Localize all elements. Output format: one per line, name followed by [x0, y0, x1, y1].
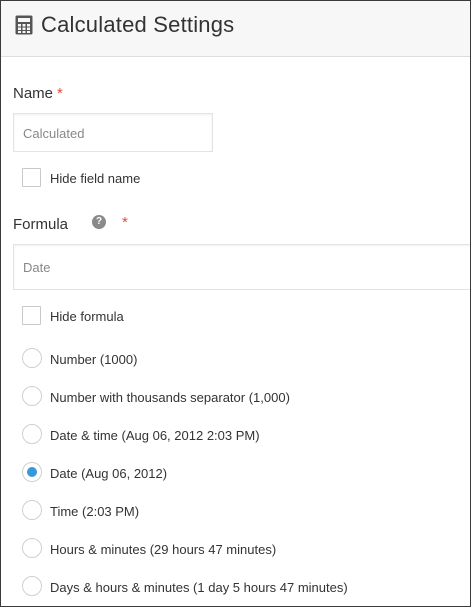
radio-number-thousands-label: Number with thousands separator (1,000): [50, 390, 290, 405]
name-required-mark: *: [57, 85, 63, 102]
radio-date-label: Date (Aug 06, 2012): [50, 466, 168, 481]
radio-date-time-label: Date & time (Aug 06, 2012 2:03 PM): [50, 428, 260, 443]
formula-required-mark: *: [122, 214, 128, 231]
radio-number-label: Number (1000): [50, 352, 138, 367]
radio-number[interactable]: [22, 348, 42, 368]
radio-time[interactable]: [22, 500, 42, 520]
dialog-title: Calculated Settings: [41, 12, 235, 37]
name-label-row: Name *: [13, 85, 63, 102]
radio-date-time[interactable]: [22, 424, 42, 444]
hide-field-name-label: Hide field name: [50, 171, 141, 186]
hide-formula-checkbox[interactable]: [22, 306, 41, 325]
hide-field-name-checkbox[interactable]: [22, 168, 41, 187]
radio-number-thousands[interactable]: [22, 386, 42, 406]
name-input[interactable]: Calculated: [13, 113, 213, 152]
dialog-header: Calculated Settings: [1, 1, 470, 57]
radio-date[interactable]: [22, 462, 42, 482]
radio-hours-minutes-label: Hours & minutes (29 hours 47 minutes): [50, 542, 277, 557]
formula-label: Formula: [13, 216, 69, 233]
calculated-settings-dialog: Calculated Settings Name * Calculated Hid…: [0, 0, 471, 607]
help-icon[interactable]: ?: [92, 215, 106, 229]
radio-hours-minutes[interactable]: [22, 538, 42, 558]
calculator-icon: [15, 15, 33, 35]
radio-days-hours-minutes-label: Days & hours & minutes (1 day 5 hours 47…: [50, 580, 348, 595]
radio-time-label: Time (2:03 PM): [50, 504, 140, 519]
name-label: Name: [13, 85, 54, 102]
radio-days-hours-minutes[interactable]: [22, 576, 42, 596]
formula-input[interactable]: Date: [13, 244, 470, 290]
hide-formula-label: Hide formula: [50, 309, 124, 324]
